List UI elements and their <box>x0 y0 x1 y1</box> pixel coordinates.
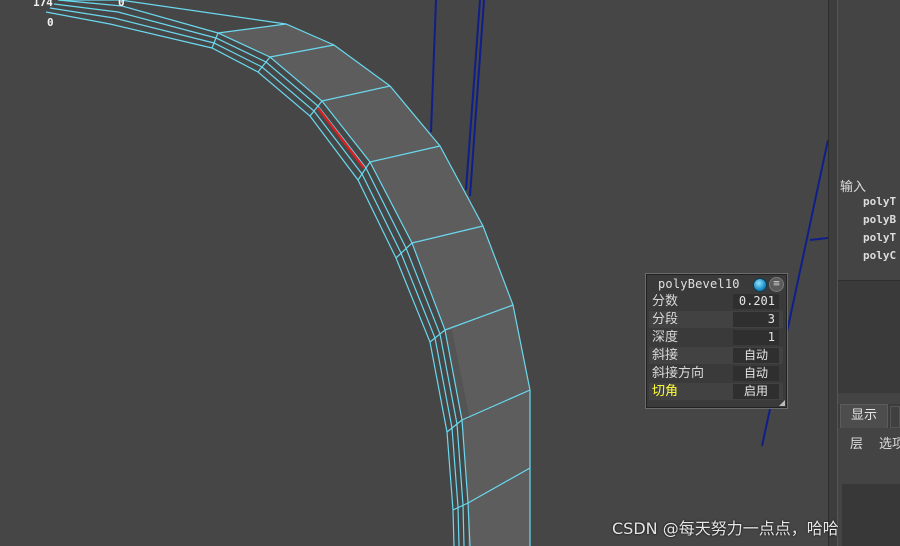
bevel-row-chamfer[interactable]: 切角 启用 <box>649 383 783 400</box>
mesh-faces <box>218 24 530 546</box>
hud-stat-value: 0 <box>47 16 54 29</box>
input-node-item[interactable]: polyB <box>863 213 896 226</box>
hud-poly-count: 174 <box>33 0 53 9</box>
menu-icon[interactable]: ≡ <box>769 277 784 292</box>
bevel-row-label: 切角 <box>652 384 679 399</box>
hud-stat-value: 0 <box>118 0 125 9</box>
mitering-field[interactable]: 自动 <box>733 348 779 363</box>
poly-bevel-hud-panel[interactable]: polyBevel10 ≡ 分数 0.201 分段 3 深度 1 斜接 自动 斜… <box>645 273 788 409</box>
bevel-row-depth[interactable]: 深度 1 <box>649 329 783 346</box>
inputs-header: 输入 <box>840 180 867 195</box>
miter-direction-field[interactable]: 自动 <box>733 366 779 381</box>
chamfer-field[interactable]: 启用 <box>733 384 779 399</box>
bevel-row-fraction[interactable]: 分数 0.201 <box>649 293 783 310</box>
bevel-row-mitering[interactable]: 斜接 自动 <box>649 347 783 364</box>
watermark-text: CSDN @每天努力一点点，哈哈 <box>612 519 839 538</box>
input-node-item[interactable]: polyC <box>863 249 896 262</box>
resize-grip-icon[interactable] <box>779 400 785 406</box>
channel-box-panel: 输入 polyT polyB polyT polyC 显示 层 选项 <box>838 0 900 546</box>
bevel-row-label: 斜接方向 <box>652 366 705 381</box>
panel-splitter[interactable] <box>828 0 838 546</box>
segments-field[interactable]: 3 <box>733 312 779 327</box>
attribute-area <box>838 280 900 393</box>
3d-viewport[interactable]: 174 0 0 polyBevel10 ≡ 分数 0.201 分段 3 深度 1… <box>0 0 828 546</box>
bevel-node-title: polyBevel10 <box>658 277 740 291</box>
bevel-row-segments[interactable]: 分段 3 <box>649 311 783 328</box>
depth-field[interactable]: 1 <box>733 330 779 345</box>
tab-display[interactable]: 显示 <box>840 404 888 428</box>
input-node-item[interactable]: polyT <box>863 195 896 208</box>
node-toggle-icon[interactable] <box>753 278 767 292</box>
bevel-row-label: 深度 <box>652 330 679 345</box>
bevel-row-label: 分数 <box>652 294 679 309</box>
input-node-item[interactable]: polyT <box>863 231 896 244</box>
bevel-row-label: 分段 <box>652 312 679 327</box>
bevel-row-label: 斜接 <box>652 348 679 363</box>
layer-list-area <box>842 484 900 546</box>
bevel-row-miter-direction[interactable]: 斜接方向 自动 <box>649 365 783 382</box>
fraction-field[interactable]: 0.201 <box>733 294 779 309</box>
menu-options[interactable]: 选项 <box>879 433 900 452</box>
tab-next[interactable] <box>890 406 900 428</box>
menu-layers[interactable]: 层 <box>850 433 863 452</box>
